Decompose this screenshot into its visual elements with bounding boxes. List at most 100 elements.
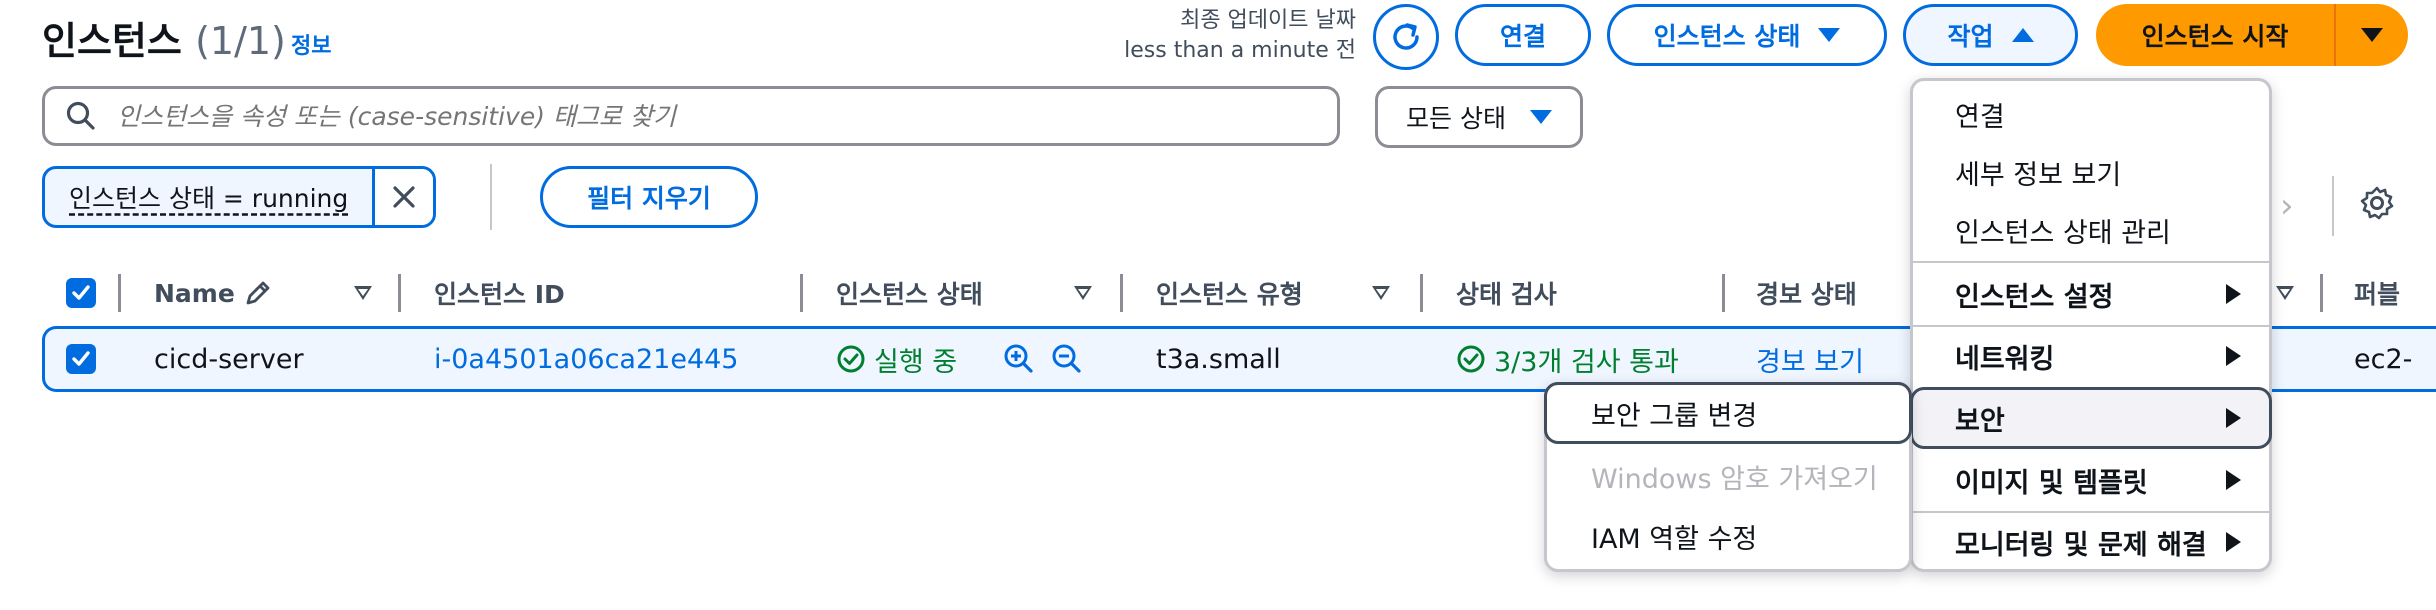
cell-public-dns: ec2- [2354,343,2413,375]
submenu-item-get-windows-password: Windows 암호 가져오기 [1591,463,1878,495]
filter-token: 인스턴스 상태 = running [42,166,437,228]
column-separator [118,274,121,312]
info-link[interactable]: 정보 [291,28,331,60]
last-updated: 최종 업데이트 날짜 less than a minute 전 [1124,6,1356,66]
menu-item-instance-settings[interactable]: 인스턴스 설정 [1913,265,2269,323]
column-header-instance-state[interactable]: 인스턴스 상태 [836,268,983,318]
zoom-out-button[interactable] [1051,329,1083,389]
clear-filters-label: 필터 지우기 [587,184,711,213]
submenu-item-modify-iam-role[interactable]: IAM 역할 수정 [1547,507,1909,565]
connect-button[interactable]: 연결 [1455,4,1591,66]
clear-filters-button[interactable]: 필터 지우기 [540,166,758,228]
zoom-in-button[interactable] [1003,329,1035,389]
chevron-right-icon [2226,470,2241,490]
column-separator [398,274,401,312]
refresh-button[interactable] [1373,4,1439,70]
column-header-label: Name [154,278,235,308]
launch-instance-label: 인스턴스 시작 [2141,22,2289,51]
menu-item-label: 모니터링 및 문제 해결 [1955,529,2207,561]
sort-icon[interactable] [2276,286,2294,300]
next-page-button[interactable]: › [2280,186,2294,226]
pagination-divider [2332,176,2334,236]
toolbar-divider [490,164,492,230]
connect-button-label: 연결 [1499,22,1546,51]
instance-count: (1/1) [195,19,286,63]
column-header-alarm-status[interactable]: 경보 상태 [1756,268,1857,318]
search-bar[interactable] [42,86,1340,146]
menu-item-monitoring-troubleshoot[interactable]: 모니터링 및 문제 해결 [1913,513,2269,571]
column-header-instance-id[interactable]: 인스턴스 ID [434,268,565,318]
cell-instance-type: t3a.small [1156,343,1281,375]
chevron-right-icon [2226,346,2241,366]
menu-item-images-templates[interactable]: 이미지 및 템플릿 [1913,451,2269,509]
last-updated-label: 최종 업데이트 날짜 [1180,8,1356,33]
instance-state-button-label: 인스턴스 상태 [1653,22,1801,51]
refresh-icon [1393,23,1419,50]
cell-instance-id-link[interactable]: i-0a4501a06ca21e445 [434,329,738,389]
sort-icon[interactable] [1074,286,1092,300]
instance-state-button[interactable]: 인스턴스 상태 [1607,4,1887,66]
menu-item-view-details[interactable]: 세부 정보 보기 [1913,143,2269,201]
checkbox-checked[interactable] [66,278,96,308]
menu-item-networking[interactable]: 네트워킹 [1913,327,2269,385]
status-check-text: 3/3개 검사 통과 [1494,346,1679,378]
select-all-checkbox[interactable] [66,268,96,318]
security-submenu: 보안 그룹 변경 Windows 암호 가져오기 IAM 역할 수정 [1544,382,1912,572]
chevron-right-icon [2226,532,2241,552]
launch-instance-button[interactable]: 인스턴스 시작 [2096,4,2334,66]
zoom-out-icon [1052,344,1081,373]
table-settings-button[interactable] [2358,184,2396,226]
caret-down-icon [1529,110,1552,124]
check-icon [72,285,90,300]
column-separator [1722,274,1725,312]
status-filter-select[interactable]: 모든 상태 [1375,86,1583,148]
last-updated-value: less than a minute 전 [1124,38,1356,63]
caret-down-icon [2361,28,2383,42]
actions-button[interactable]: 작업 [1903,4,2078,66]
checkbox-checked[interactable] [66,344,96,374]
status-filter-value: 모든 상태 [1406,104,1506,133]
menu-item-label: 네트워킹 [1955,343,2055,375]
chevron-right-icon [2226,408,2241,428]
launch-instance-split-button: 인스턴스 시작 [2096,4,2408,66]
cell-name: cicd-server [154,343,304,375]
column-header-status-check[interactable]: 상태 검사 [1456,268,1557,318]
page-title-text: 인스턴스 [42,19,182,63]
check-circle-icon [837,345,865,373]
column-separator [1120,274,1123,312]
sort-icon[interactable] [354,286,372,300]
menu-item-label: 이미지 및 템플릿 [1955,467,2148,499]
actions-button-label: 작업 [1947,22,1994,51]
column-separator [1420,274,1423,312]
check-icon [72,351,90,366]
menu-item-manage-instance-state[interactable]: 인스턴스 상태 관리 [1913,201,2269,259]
column-separator [800,274,803,312]
menu-divider [1913,261,2269,263]
menu-item-label: 인스턴스 설정 [1955,281,2114,313]
column-header-name[interactable]: Name [154,268,273,318]
actions-menu: 연결 세부 정보 보기 인스턴스 상태 관리 인스턴스 설정 네트워킹 보안 이… [1910,78,2272,572]
close-icon [393,186,415,208]
cell-alarm-link[interactable]: 경보 보기 [1756,329,1864,389]
search-icon [66,101,95,130]
instance-state-text: 실행 중 [874,346,958,378]
cell-status-check: 3/3개 검사 통과 [1456,329,1679,389]
sort-icon[interactable] [1372,286,1390,300]
column-separator [2320,274,2323,312]
caret-up-icon [2011,28,2034,42]
submenu-item-change-security-groups[interactable]: 보안 그룹 변경 [1544,382,1912,444]
remove-filter-button[interactable] [372,169,434,225]
chevron-right-icon [2226,284,2241,304]
launch-options-button[interactable] [2336,4,2408,66]
zoom-in-icon [1004,344,1033,373]
row-checkbox[interactable] [66,329,96,389]
column-header-public-dns[interactable]: 퍼블 [2354,268,2400,318]
filter-token-label[interactable]: 인스턴스 상태 = running [45,169,372,225]
menu-item-connect[interactable]: 연결 [1913,85,2269,143]
menu-item-label: 보안 [1955,405,2005,437]
menu-item-security[interactable]: 보안 [1910,387,2272,449]
search-input[interactable] [115,100,1299,132]
column-header-instance-type[interactable]: 인스턴스 유형 [1156,268,1303,318]
check-circle-icon [1457,345,1485,373]
edit-pencil-icon [246,281,270,305]
